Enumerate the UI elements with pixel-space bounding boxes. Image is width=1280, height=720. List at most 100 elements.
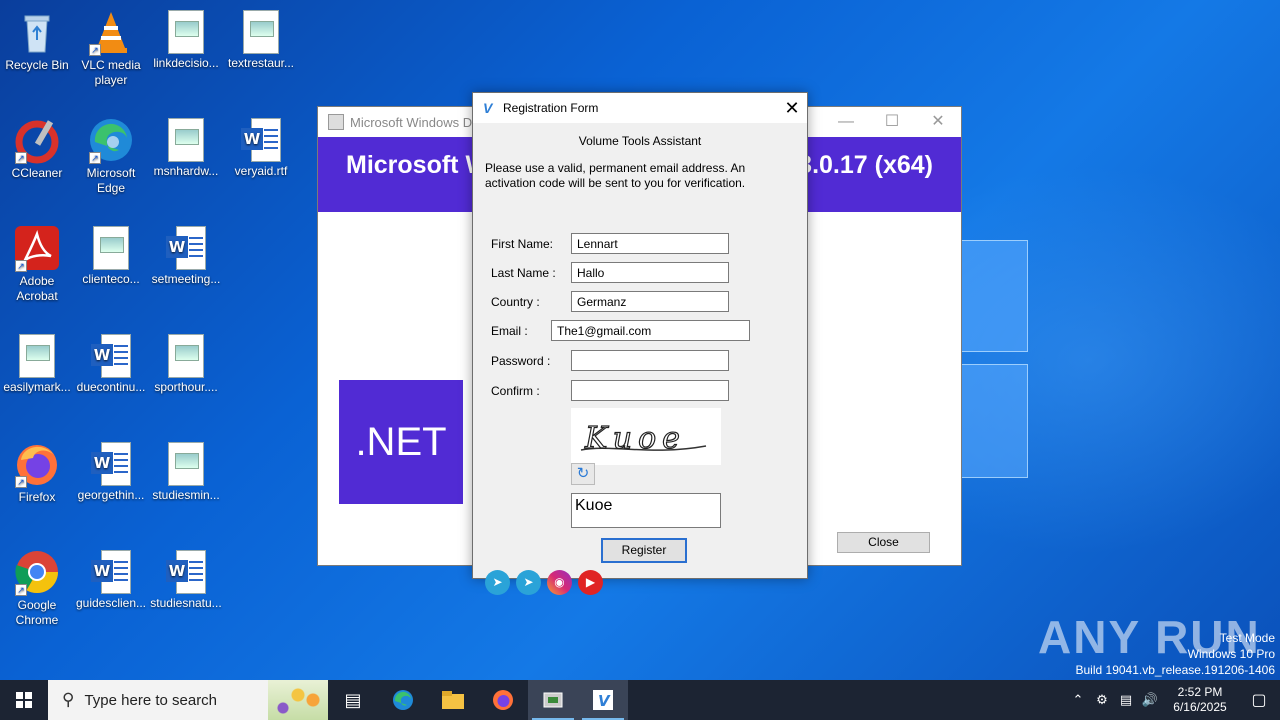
dialog-close-button[interactable]: ✕ [777,93,807,123]
desktop-icon-label: Firefox [18,490,56,504]
ccleaner-icon: ↗ [13,116,61,164]
search-placeholder: Type here to search [84,691,218,709]
first-name-label: First Name: [491,237,554,251]
desktop-icon-label: veryaid.rtf [234,164,288,178]
installer-title: Microsoft Windows Des [350,114,486,130]
desktop-icon-label: sporthour.... [154,380,218,394]
watermark-line: Build 19041.vb_release.191206-1406 [1075,663,1276,677]
desktop-icon-file[interactable]: W guidesclien... [74,548,148,611]
confirm-input[interactable] [571,380,729,401]
close-window-button[interactable]: ✕ [915,107,961,137]
desktop-icon-label: guidesclien... [75,596,147,610]
windows-start-icon [16,692,32,708]
desktop-icon-file[interactable]: textrestaur... [224,8,298,71]
image-file-icon [19,334,55,378]
desktop-icon-label: georgethin... [77,488,145,502]
taskbar-file-explorer-icon[interactable] [428,680,478,720]
acrobat-icon: ↗ [13,224,61,272]
edge-icon: ↗ [87,116,135,164]
email-input[interactable]: The1@gmail.com [551,320,750,341]
instagram-icon[interactable]: ◉ [547,570,572,595]
banner-title-right: 3.0.17 (x64) [798,151,933,179]
task-view-button[interactable]: ▤ [328,680,378,720]
volume-icon[interactable]: 🔊 [1138,692,1162,708]
desktop-icon-label: setmeeting... [151,272,221,286]
desktop-icon-file[interactable]: W veryaid.rtf [224,116,298,179]
word-document-icon: W [241,118,281,162]
desktop-icon-label: linkdecisio... [153,56,219,70]
image-file-icon [168,10,204,54]
desktop-icon-file[interactable]: W studiesnatu... [149,548,223,611]
word-document-icon: W [91,334,131,378]
taskbar-installer-icon[interactable] [528,680,578,720]
password-input[interactable] [571,350,729,371]
firefox-icon: ↗ [13,440,61,488]
social-links: ➤ ➤ ◉ ▶ [485,570,603,595]
wallpaper-logo [960,240,1030,480]
network-icon[interactable]: ▤ [1114,692,1138,708]
maximize-button[interactable]: ☐ [869,107,915,137]
desktop-icon-firefox[interactable]: ↗ Firefox [0,440,74,505]
password-label: Password : [491,354,551,368]
desktop-icon-file[interactable]: W duecontinu... [74,332,148,395]
desktop-icon-label: easilymark... [3,380,71,394]
desktop-icon-label: clienteco... [82,272,140,286]
clock-date: 6/16/2025 [1173,700,1227,714]
desktop-icon-file[interactable]: W setmeeting... [149,224,223,287]
notification-icon[interactable]: ▢ [1238,690,1280,710]
desktop-icon-label: Adobe Acrobat [16,274,58,303]
first-name-input[interactable]: Lennart [571,233,729,254]
svg-text:V: V [598,692,611,710]
start-button[interactable] [0,680,48,720]
system-tray: ⌃ ⚙ ▤ 🔊 2:52 PM 6/16/2025 ▢ [1066,680,1280,720]
taskbar-edge-icon[interactable] [378,680,428,720]
desktop-icon-chrome[interactable]: ↗ Google Chrome [0,548,74,628]
desktop-icon-file[interactable]: sporthour.... [149,332,223,395]
desktop-icon-acrobat[interactable]: ↗ Adobe Acrobat [0,224,74,304]
watermark-line: Test Mode [1219,631,1275,645]
captcha-text: Kuoe [584,421,686,456]
desktop-icon-edge[interactable]: ↗ Microsoft Edge [74,116,148,196]
taskbar-firefox-icon[interactable] [478,680,528,720]
desktop-icon-recycle-bin[interactable]: Recycle Bin [0,8,74,73]
test-mode-watermark: Test Mode Windows 10 Pro Build 19041.vb_… [1076,630,1276,678]
device-icon[interactable]: ⚙ [1090,692,1114,708]
register-button[interactable]: Register [601,538,687,563]
last-name-input[interactable]: Hallo [571,262,729,283]
taskbar-volume-tools-icon[interactable]: V [578,680,628,720]
recycle-bin-icon [13,8,61,56]
desktop-icon-label: CCleaner [11,166,63,180]
minimize-button[interactable]: — [823,107,869,137]
desktop-icon-label: textrestaur... [227,56,295,70]
desktop-icon-file[interactable]: easilymark... [0,332,74,395]
youtube-icon[interactable]: ▶ [578,570,603,595]
desktop-icon-label: Recycle Bin [5,58,69,72]
dialog-note: Please use a valid, permanent email addr… [485,161,746,190]
last-name-label: Last Name : [491,266,556,280]
desktop-icon-file[interactable]: msnhardw... [149,116,223,179]
captcha-input[interactable]: Kuoe [571,493,721,528]
dialog-subtitle: Volume Tools Assistant [578,134,702,148]
captcha-refresh-button[interactable]: ↻ [571,463,595,485]
desktop-icon-ccleaner[interactable]: ↗ CCleaner [0,116,74,181]
clock-time: 2:52 PM [1177,685,1223,699]
chevron-up-icon[interactable]: ⌃ [1066,692,1090,708]
installer-app-icon [328,114,344,130]
word-document-icon: W [166,550,206,594]
taskbar-search-box[interactable]: ⚲ Type here to search [48,680,328,720]
image-file-icon [243,10,279,54]
desktop-icon-file[interactable]: linkdecisio... [149,8,223,71]
desktop-icon-file[interactable]: W georgethin... [74,440,148,503]
search-icon: ⚲ [62,690,75,709]
desktop-icon-file[interactable]: clienteco... [74,224,148,287]
country-input[interactable]: Germanz [571,291,729,312]
desktop-icon-label: studiesmin... [152,488,220,502]
installer-close-button[interactable]: Close [837,532,930,553]
telegram-icon[interactable]: ➤ [485,570,510,595]
desktop-icon-vlc[interactable]: ↗ VLC media player [74,8,148,88]
desktop-icon-file[interactable]: studiesmin... [149,440,223,503]
image-file-icon [168,442,204,486]
telegram-icon[interactable]: ➤ [516,570,541,595]
desktop-icon-label: Google Chrome [15,598,59,627]
taskbar-clock[interactable]: 2:52 PM 6/16/2025 [1162,685,1238,715]
